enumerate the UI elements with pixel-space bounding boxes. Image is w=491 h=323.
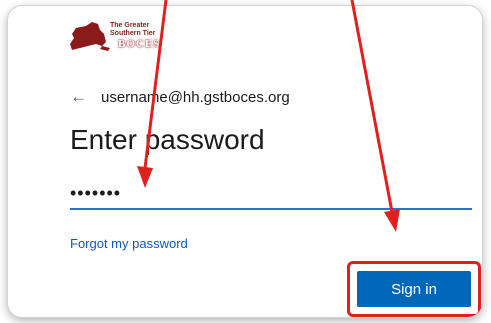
back-arrow-icon[interactable]: ← [70,88,87,106]
identity-banner: ← username@hh.gstboces.org [70,88,290,106]
sign-in-button[interactable]: Sign in [357,271,471,307]
identity-email: username@hh.gstboces.org [101,88,290,106]
sign-in-highlight-box: Sign in [347,261,481,317]
logo-text: The Greater Southern Tier [110,22,155,38]
page-title: Enter password [70,124,265,155]
forgot-password-link[interactable]: Forgot my password [70,236,188,251]
login-card: The Greater Southern Tier BOCES ← userna… [8,6,482,317]
logo-line1: The Greater [110,22,150,29]
logo-brand: BOCES [118,38,161,50]
logo-line2: Southern Tier [110,30,156,37]
boces-logo: The Greater Southern Tier BOCES [66,20,206,60]
password-value: ••••••• [70,182,122,203]
password-field[interactable]: ••••••• [70,178,472,210]
new-york-state-icon [70,22,110,51]
